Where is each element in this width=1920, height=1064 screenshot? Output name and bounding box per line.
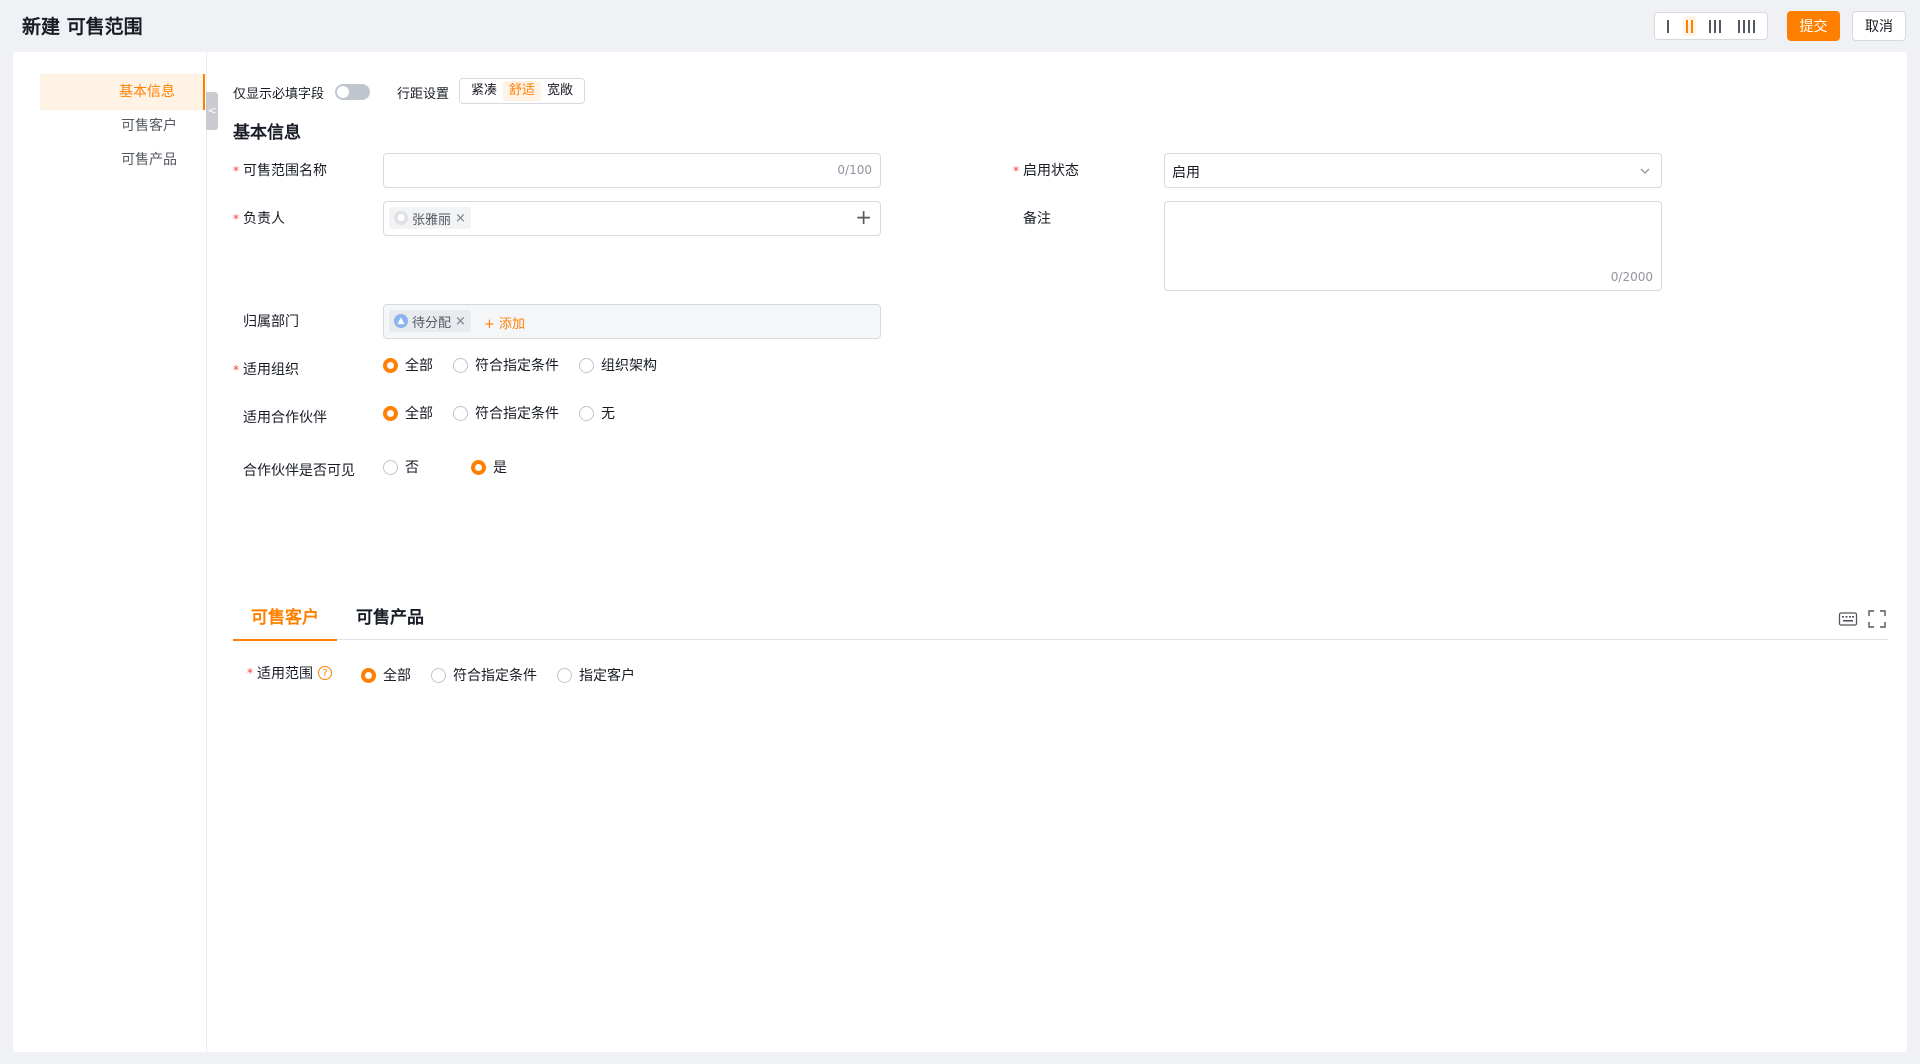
help-icon[interactable]: ? [318,666,332,680]
page-title: 新建 可售范围 [22,16,143,38]
owner-label: * 负责人 [233,211,285,227]
avatar-icon: ● [394,211,408,225]
submit-button[interactable]: 提交 [1787,11,1840,41]
scope-label: * 适用范围 ? [247,663,332,683]
radio-icon [471,459,486,475]
partner-visible-option-no[interactable]: 否 [383,457,419,477]
cancel-button[interactable]: 取消 [1852,11,1906,41]
department-label: 归属部门 [243,314,299,330]
radio-icon [383,405,398,421]
org-option-condition[interactable]: 符合指定条件 [453,355,559,375]
partner-option-condition[interactable]: 符合指定条件 [453,403,559,423]
column-layout-selector [1654,12,1768,40]
radio-icon [361,667,376,683]
radio-icon [557,667,572,683]
partner-visible-radio-group: 否 是 [383,457,527,477]
partner-option-all[interactable]: 全部 [383,403,433,423]
form-main: 仅显示必填字段 行距设置 紧凑 舒适 宽敞 基本信息 * 可售范围名称 0/100… [13,52,1907,1052]
org-radio-group: 全部 符合指定条件 组织架构 [383,355,677,375]
form-card: 基本信息 可售客户 可售产品 < 仅显示必填字段 行距设置 紧凑 舒适 宽敞 基… [13,52,1907,1052]
name-label: * 可售范围名称 [233,163,327,179]
tab-products[interactable]: 可售产品 [356,597,424,639]
radio-icon [453,405,468,421]
top-bar: 新建 可售范围 提交 取消 [0,0,1920,50]
name-counter: 0/100 [837,163,872,177]
layout-2-column-icon[interactable] [1682,16,1696,36]
status-select[interactable]: 启用 [1164,153,1662,188]
org-option-structure[interactable]: 组织架构 [579,355,657,375]
radio-icon [453,357,468,373]
name-input[interactable]: 0/100 [383,153,881,188]
scope-radio-group: 全部 符合指定条件 指定客户 [361,665,655,685]
fullscreen-icon[interactable] [1867,609,1887,629]
remove-tag-icon[interactable]: × [455,211,466,226]
chevron-down-icon [1640,168,1650,174]
org-label: * 适用组织 [233,362,299,378]
radio-icon [431,667,446,683]
partner-option-none[interactable]: 无 [579,403,615,423]
partner-radio-group: 全部 符合指定条件 无 [383,403,635,423]
layout-3-column-icon[interactable] [1706,16,1724,36]
radio-icon [383,459,398,475]
keyboard-icon[interactable] [1838,609,1858,629]
spacing-label: 行距设置 [397,87,450,102]
remark-label: 备注 [1023,211,1051,227]
department-tag: ▲ 待分配 × [389,310,471,332]
required-mark: * [233,212,239,226]
remark-counter: 0/2000 [1610,270,1653,284]
detail-tabs: 可售客户 可售产品 [233,597,1888,641]
owner-tag: ● 张雅丽 × [389,207,471,229]
radio-icon [579,357,594,373]
required-mark: * [233,363,239,377]
status-label: * 启用状态 [1013,163,1079,179]
scope-option-all[interactable]: 全部 [361,665,411,685]
remark-textarea[interactable]: 0/2000 [1164,201,1662,291]
department-icon: ▲ [394,314,408,328]
spacing-comfortable[interactable]: 舒适 [503,81,542,101]
required-mark: * [1013,164,1019,178]
department-input[interactable]: ▲ 待分配 × + 添加 [383,304,881,339]
add-icon[interactable]: + [855,205,872,229]
status-value: 启用 [1172,165,1200,181]
radio-icon [383,357,398,373]
layout-4-column-icon[interactable] [1735,16,1758,36]
spacing-compact[interactable]: 紧凑 [465,81,503,101]
scope-option-specific-customer[interactable]: 指定客户 [557,665,635,685]
partner-visible-label: 合作伙伴是否可见 [243,463,355,479]
partner-label: 适用合作伙伴 [243,410,327,426]
scope-option-condition[interactable]: 符合指定条件 [431,665,537,685]
tab-customers[interactable]: 可售客户 [233,597,337,641]
partner-visible-option-yes[interactable]: 是 [471,457,507,477]
required-only-toggle[interactable] [335,84,370,100]
layout-1-column-icon[interactable] [1664,16,1672,36]
radio-icon [579,405,594,421]
spacing-segment: 紧凑 舒适 宽敞 [459,78,586,104]
remove-tag-icon[interactable]: × [455,314,466,329]
add-department-link[interactable]: + 添加 [484,313,525,332]
section-title-basic: 基本信息 [233,123,301,143]
org-option-all[interactable]: 全部 [383,355,433,375]
owner-input[interactable]: ● 张雅丽 × + [383,201,881,236]
required-only-label: 仅显示必填字段 [233,87,325,102]
spacing-loose[interactable]: 宽敞 [541,81,579,101]
required-mark: * [233,164,239,178]
required-mark: * [247,666,253,680]
